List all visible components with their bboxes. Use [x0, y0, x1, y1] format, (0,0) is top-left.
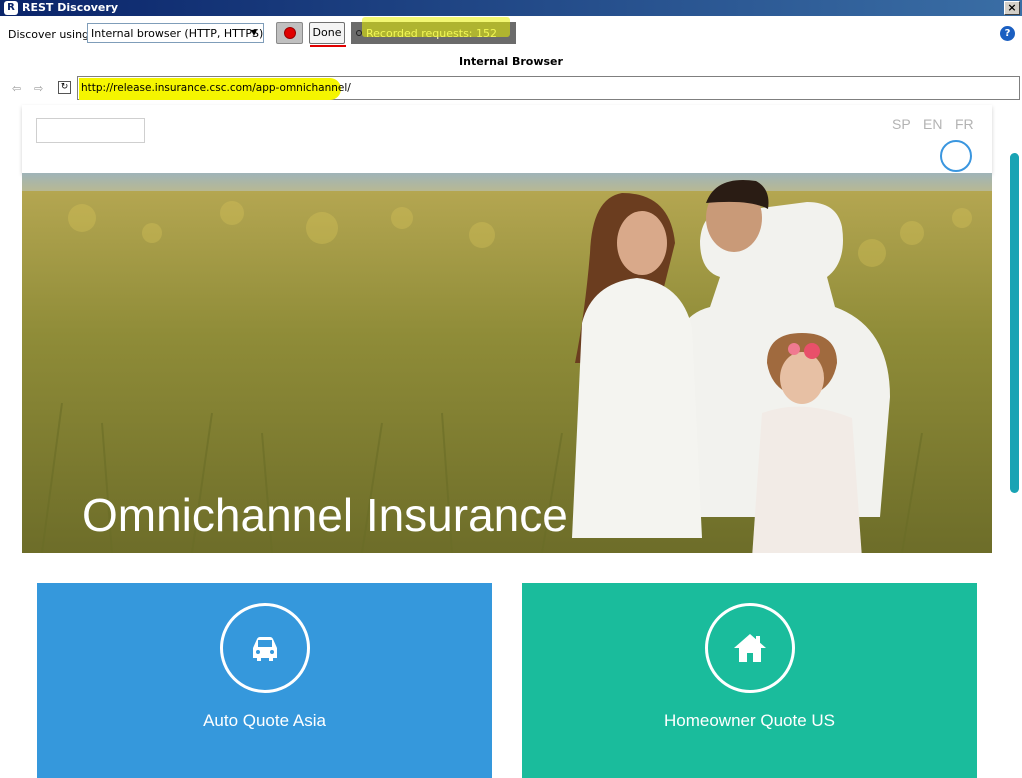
discover-mode-select[interactable]: Internal browser (HTTP, HTTPS) ▼ [87, 23, 264, 43]
internal-browser-title: Internal Browser [459, 55, 563, 68]
hero-banner: Omnichannel Insurance [22, 173, 992, 553]
forward-arrow-icon[interactable]: ⇨ [34, 82, 46, 95]
logo-placeholder [36, 118, 145, 143]
record-icon [284, 27, 296, 39]
done-button[interactable]: Done [309, 22, 345, 44]
chevron-down-icon[interactable]: ▼ [247, 26, 261, 40]
auto-quote-label: Auto Quote Asia [203, 711, 326, 730]
hero-title: Omnichannel Insurance [82, 489, 568, 541]
refresh-icon[interactable]: ↻ [58, 81, 71, 94]
user-circle-button[interactable] [940, 140, 972, 172]
lang-en-link[interactable]: EN [923, 116, 942, 132]
done-underline-annotation [310, 45, 346, 47]
toolbar: Discover using: Internal browser (HTTP, … [0, 16, 1022, 50]
help-icon[interactable]: ? [1000, 26, 1015, 41]
page-header: SP EN FR [22, 105, 992, 173]
app-icon: R [4, 1, 18, 15]
window-title-bar: R REST Discovery × [0, 0, 1022, 16]
browser-viewport: SP EN FR Omnichannel Insurance Auto Quot… [0, 101, 1022, 778]
url-input[interactable]: http://release.insurance.csc.com/app-omn… [77, 76, 1020, 100]
lang-sp-link[interactable]: SP [892, 116, 911, 132]
home-icon-circle [705, 603, 795, 693]
discover-label: Discover using: [8, 28, 93, 41]
back-arrow-icon[interactable]: ⇦ [12, 82, 24, 95]
window-title: REST Discovery [22, 1, 118, 14]
lang-fr-link[interactable]: FR [955, 116, 974, 132]
discover-mode-value: Internal browser (HTTP, HTTPS) [91, 27, 264, 40]
car-icon [253, 637, 277, 661]
recorded-highlight-annotation [362, 17, 510, 37]
url-text: http://release.insurance.csc.com/app-omn… [81, 82, 351, 94]
homeowner-quote-label: Homeowner Quote US [663, 711, 836, 730]
auto-quote-card[interactable]: Auto Quote Asia [37, 583, 492, 778]
record-button[interactable] [276, 22, 303, 44]
homeowner-quote-card[interactable]: Homeowner Quote US [522, 583, 977, 778]
car-icon-circle [220, 603, 310, 693]
close-button[interactable]: × [1004, 1, 1020, 15]
home-icon [734, 634, 766, 662]
vertical-scrollbar[interactable] [1010, 153, 1019, 493]
